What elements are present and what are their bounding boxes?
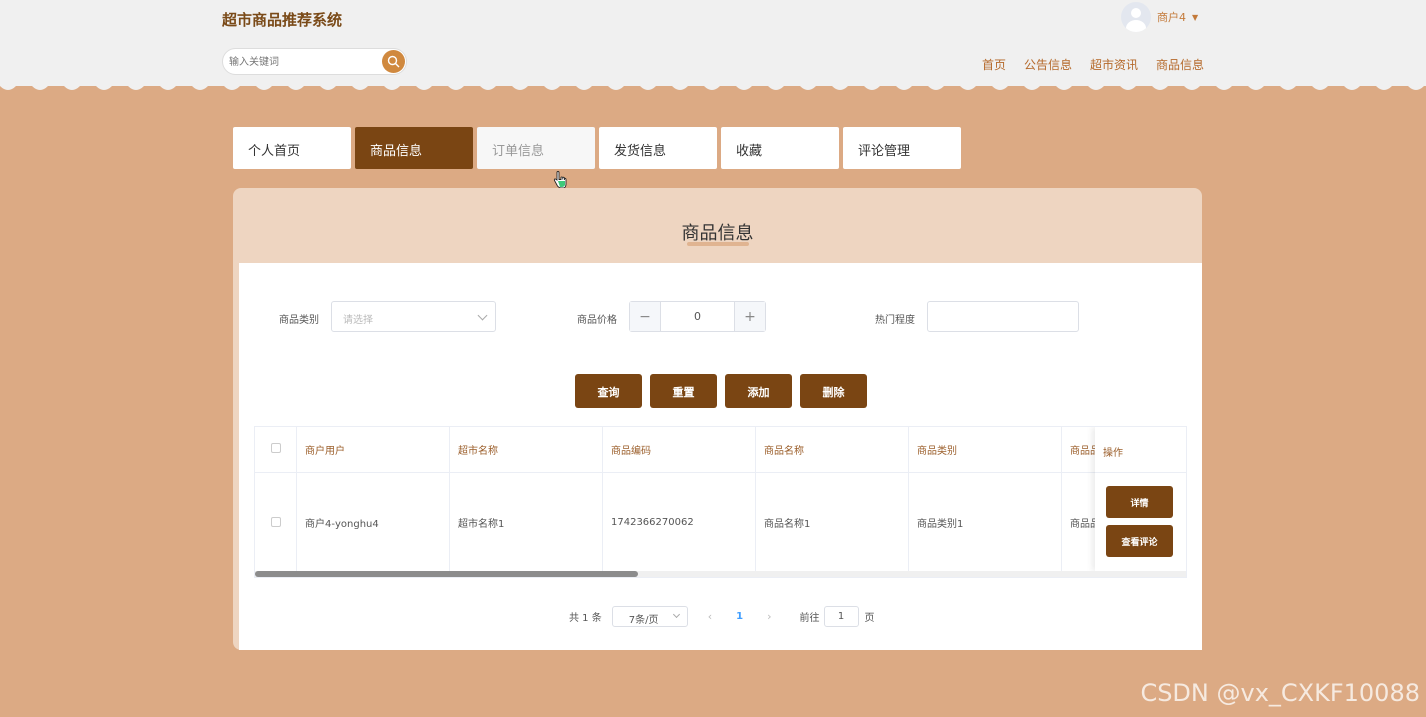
tab-products[interactable]: 商品信息 — [355, 127, 473, 169]
watermark: CSDN @vx_CXKF10088 — [1140, 679, 1420, 707]
title-underline — [687, 242, 749, 246]
row-checkbox[interactable] — [270, 517, 281, 527]
top-nav: 首页 公告信息 超市资讯 商品信息 — [982, 56, 1204, 73]
table-header: 商户用户 超市名称 商品编码 商品名称 商品类别 商品品 — [255, 427, 1186, 473]
header: 超市商品推荐系统 商户4 ▼ 首页 公告信息 超市资讯 商品信息 — [0, 0, 1426, 86]
view-comments-button[interactable]: 查看评论 — [1106, 525, 1173, 557]
tab-shipping[interactable]: 发货信息 — [599, 127, 717, 169]
search-button[interactable] — [382, 50, 405, 73]
search-input[interactable] — [229, 53, 379, 71]
category-label: 商品类别 — [279, 315, 319, 326]
product-table: 商户用户 超市名称 商品编码 商品名称 商品类别 商品品 商户4-yonghu4… — [254, 426, 1187, 578]
header-operation: 操作 — [1095, 427, 1186, 473]
delete-button[interactable]: 删除 — [800, 374, 867, 408]
wave-divider — [0, 80, 1426, 90]
minus-icon[interactable]: − — [630, 302, 661, 331]
category-placeholder: 请选择 — [343, 315, 373, 326]
tab-comments[interactable]: 评论管理 — [843, 127, 961, 169]
operation-column: 操作 详情 查看评论 — [1095, 427, 1186, 571]
tab-orders[interactable]: 订单信息 — [477, 127, 595, 169]
page-size-value: 7条/页 — [628, 614, 659, 626]
tab-favorites[interactable]: 收藏 — [721, 127, 839, 169]
page-size-select[interactable]: 7条/页 — [611, 605, 688, 627]
header-brand: 商品品 — [1070, 446, 1097, 457]
scrollbar-thumb[interactable] — [255, 571, 638, 577]
cell-code: 1742366270062 — [603, 473, 756, 571]
chevron-down-icon — [477, 310, 488, 321]
cell-merchant: 商户4-yonghu4 — [297, 473, 450, 571]
price-value[interactable]: 0 — [661, 302, 734, 331]
header-supermarket: 超市名称 — [450, 427, 603, 472]
user-name[interactable]: 商户4 — [1157, 9, 1186, 25]
chevron-down-icon — [672, 610, 680, 618]
popularity-label: 热门程度 — [875, 315, 915, 326]
plus-icon[interactable]: + — [734, 302, 765, 331]
search-box[interactable] — [222, 48, 407, 75]
next-page-icon[interactable]: › — [767, 610, 771, 623]
prev-page-icon[interactable]: ‹ — [708, 610, 712, 623]
detail-button[interactable]: 详情 — [1106, 486, 1173, 518]
cell-supermarket: 超市名称1 — [450, 473, 603, 571]
select-all-cell — [255, 427, 297, 472]
tab-profile[interactable]: 个人首页 — [233, 127, 351, 169]
header-code: 商品编码 — [603, 427, 756, 472]
table-row[interactable]: 商户4-yonghu4 超市名称1 1742366270062 商品名称1 商品… — [255, 473, 1186, 571]
row-select-cell — [255, 473, 297, 571]
cell-category: 商品类别1 — [909, 473, 1062, 571]
query-button[interactable]: 查询 — [575, 374, 642, 408]
nav-products[interactable]: 商品信息 — [1156, 56, 1204, 73]
cell-brand: 商品品 — [1070, 518, 1097, 530]
site-title: 超市商品推荐系统 — [222, 11, 343, 29]
nav-notices[interactable]: 公告信息 — [1024, 56, 1072, 73]
avatar[interactable] — [1121, 2, 1151, 32]
current-page[interactable]: 1 — [736, 611, 743, 622]
content-panel: 商品信息 商品类别 请选择 商品价格 − 0 + 热门程度 查询 重置 添加 删… — [233, 188, 1202, 650]
reset-button[interactable]: 重置 — [650, 374, 717, 408]
header-category: 商品类别 — [909, 427, 1062, 472]
chevron-down-icon[interactable]: ▼ — [1192, 13, 1198, 22]
total-count: 共 1 条 — [569, 612, 602, 624]
price-label: 商品价格 — [577, 315, 617, 326]
price-stepper[interactable]: − 0 + — [629, 301, 766, 332]
tab-bar: 个人首页 商品信息 订单信息 发货信息 收藏 评论管理 — [233, 127, 961, 169]
cell-name: 商品名称1 — [756, 473, 909, 571]
pagination: 共 1 条 7条/页 ‹ 1 › 前往 1 页 — [569, 605, 875, 627]
category-select[interactable]: 请选择 — [331, 301, 496, 332]
page-suffix: 页 — [864, 612, 875, 624]
header-name: 商品名称 — [756, 427, 909, 472]
goto-page-input[interactable]: 1 — [823, 605, 859, 627]
popularity-input[interactable] — [927, 301, 1079, 332]
hand-cursor-icon — [553, 171, 567, 189]
nav-news[interactable]: 超市资讯 — [1090, 56, 1138, 73]
nav-home[interactable]: 首页 — [982, 56, 1006, 73]
user-menu[interactable]: 商户4 ▼ — [1121, 1, 1198, 33]
panel-body: 商品类别 请选择 商品价格 − 0 + 热门程度 查询 重置 添加 删除 商户用… — [239, 263, 1202, 650]
header-merchant: 商户用户 — [297, 427, 450, 472]
add-button[interactable]: 添加 — [725, 374, 792, 408]
goto-label: 前往 — [799, 612, 820, 624]
search-icon — [387, 55, 400, 68]
select-all-checkbox[interactable] — [270, 442, 281, 453]
